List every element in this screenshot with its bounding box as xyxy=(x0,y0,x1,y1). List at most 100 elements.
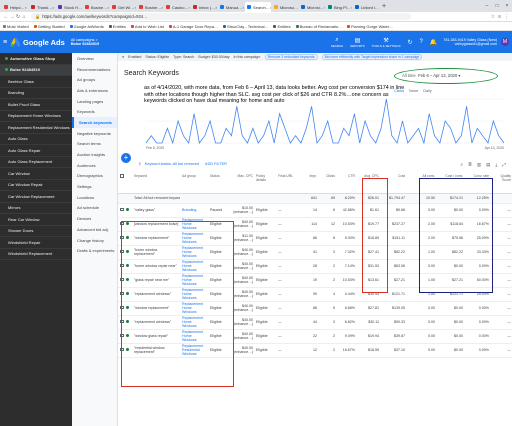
table-cell[interactable]: $40.00 (enhance…) xyxy=(230,329,254,344)
page-menu-item[interactable]: Devices xyxy=(72,213,117,224)
tab-close-icon[interactable]: × xyxy=(242,5,244,10)
row-checkbox[interactable] xyxy=(120,333,124,338)
column-header[interactable]: Policy details xyxy=(254,171,276,194)
bookmark-item[interactable]: StrucClay - Technical… xyxy=(222,24,268,29)
column-header[interactable]: Cost / conv. xyxy=(436,171,464,194)
table-cell[interactable]: [window replacement boise] xyxy=(132,217,180,232)
campaign-nav-item[interactable]: Car Window xyxy=(0,168,72,180)
page-menu-item[interactable]: Keywords xyxy=(72,106,117,117)
column-header[interactable]: All conv. xyxy=(414,171,436,194)
table-cell[interactable]: "window replacement" xyxy=(132,301,180,316)
tab-close-icon[interactable]: × xyxy=(134,5,136,10)
status-dot-icon[interactable] xyxy=(126,277,129,281)
table-cell[interactable]: Replacement Home Windows xyxy=(180,287,208,302)
tab-close-icon[interactable]: × xyxy=(270,5,271,10)
table-cell[interactable]: $40.00 (enhance…) xyxy=(230,217,254,232)
url-field[interactable]: 🔒 https://ads.google.com/aw/keywords?cam… xyxy=(31,13,411,20)
library-icon[interactable]: ≡ xyxy=(498,14,501,20)
browser-tab[interactable]: Microsi… × xyxy=(299,2,325,12)
date-range-picker[interactable]: All time Feb 6 – Apr 13, 2020 ▾ xyxy=(402,73,460,78)
row-checkbox[interactable] xyxy=(120,263,124,268)
account-breadcrumb[interactable]: All campaigns > Boise 92484519 xyxy=(71,38,99,47)
table-cell[interactable]: Replacement Home Windows xyxy=(180,231,208,246)
row-checkbox[interactable] xyxy=(120,319,124,324)
campaign-nav-item[interactable]: Replacement Residential Windows xyxy=(0,122,72,134)
column-header[interactable]: Status xyxy=(208,171,230,194)
table-cell[interactable]: $40.00 (enhance…) xyxy=(230,259,254,274)
bookmark-star-icon[interactable]: ☆ xyxy=(491,14,495,20)
browser-tab[interactable]: Busine… × xyxy=(137,2,163,12)
browser-tab[interactable]: Manua… × xyxy=(218,2,244,12)
table-cell[interactable]: "home window repair near" xyxy=(132,259,180,274)
close-window-icon[interactable]: × xyxy=(502,3,512,9)
tab-close-icon[interactable]: × xyxy=(161,5,163,10)
refresh-icon[interactable]: ↻ xyxy=(407,39,412,46)
browser-tab[interactable]: Microso… × xyxy=(272,2,298,12)
browser-tab[interactable]: Stock H…× xyxy=(56,2,82,12)
table-cell[interactable]: $11.00 (enhance…) xyxy=(230,231,254,246)
page-menu-item[interactable]: Locations xyxy=(72,192,117,203)
table-cell[interactable]: "glass repair near me" xyxy=(132,273,180,288)
table-cell[interactable]: $40.00 (enhance…) xyxy=(230,245,254,260)
notifications-icon[interactable]: 🔔 xyxy=(430,39,437,46)
status-filter-chip[interactable]: Keyword status: All but removed xyxy=(145,162,199,167)
table-cell[interactable]: Replacement Home Windows xyxy=(180,273,208,288)
table-cell[interactable]: "home window replacement" xyxy=(132,245,180,260)
column-header[interactable]: Ad group xyxy=(180,171,208,194)
segment-icon[interactable]: ≣ xyxy=(468,162,472,168)
row-checkbox[interactable] xyxy=(120,305,124,310)
campaign-nav-item[interactable]: Auto Glass xyxy=(0,134,72,145)
status-dot-icon[interactable] xyxy=(126,291,129,295)
campaign-nav-item[interactable]: Windshield Replacement xyxy=(0,249,72,260)
page-menu-item[interactable]: Settings xyxy=(72,181,117,192)
table-cell[interactable]: $40.00 (enhance…) xyxy=(230,273,254,288)
campaign-nav-item[interactable]: Boise 92484519 xyxy=(0,64,72,76)
campaign-nav-item[interactable]: Branding xyxy=(0,88,72,99)
campaign-nav-item[interactable]: Car Window Repair xyxy=(0,180,72,191)
table-cell[interactable]: $40.00 (enhance…) xyxy=(230,343,254,358)
reports-table-icon[interactable]: ▤ xyxy=(486,162,490,168)
page-menu-item[interactable]: Auction insights xyxy=(72,149,117,160)
column-header[interactable]: Max. CPC xyxy=(230,171,254,194)
avatar[interactable]: M xyxy=(501,38,509,46)
status-dot-icon[interactable] xyxy=(126,263,129,267)
table-cell[interactable]: "window glass repair" xyxy=(132,329,180,344)
table-cell[interactable]: $40.00 (enhance…) xyxy=(230,287,254,302)
table-cell[interactable]: $10.00 (enhance…) xyxy=(230,203,254,218)
table-cell[interactable]: $40.00 (enhance…) xyxy=(230,301,254,316)
row-checkbox[interactable] xyxy=(120,221,124,226)
page-menu-item[interactable]: Advanced bid adj. xyxy=(72,224,117,235)
status-dot-icon[interactable] xyxy=(126,333,129,337)
page-menu-item[interactable]: Ads & extensions xyxy=(72,85,117,96)
browser-tab[interactable]: Busine… × xyxy=(83,2,109,12)
status-dot-icon[interactable] xyxy=(126,305,129,309)
table-cell[interactable]: "replacement windows" xyxy=(132,287,180,302)
table-cell[interactable]: Branding xyxy=(180,203,208,218)
bookmark-item[interactable]: Getting Started xyxy=(33,24,65,29)
row-checkbox[interactable] xyxy=(120,347,124,352)
status-dot-icon[interactable] xyxy=(126,221,129,225)
menu-icon[interactable]: ⋮ xyxy=(504,14,509,20)
page-menu-item[interactable]: Audiences xyxy=(72,160,117,171)
add-keyword-button[interactable]: + xyxy=(121,153,131,163)
column-header[interactable] xyxy=(124,171,132,194)
recommendation-pill-redundant[interactable]: Remove 3 redundant keywords xyxy=(264,54,318,60)
bookmark-item[interactable]: Add to Wish List xyxy=(130,24,164,29)
browser-tab[interactable]: Bing Pl… × xyxy=(326,2,352,12)
table-search-icon[interactable]: ⌕ xyxy=(461,162,464,168)
campaign-nav-item[interactable]: Automotive Glass Shop xyxy=(0,53,72,65)
browser-tab[interactable]: Inbox (… × xyxy=(191,2,217,12)
table-cell[interactable]: Replacement Home Windows xyxy=(180,315,208,330)
tab-close-icon[interactable]: × xyxy=(107,5,109,10)
column-header[interactable]: Cost xyxy=(380,171,406,194)
bookmark-item[interactable]: Entities xyxy=(273,24,291,29)
browser-tab[interactable]: Search… × xyxy=(245,2,271,12)
campaign-nav-item[interactable]: Auto Glass Replacement xyxy=(0,157,72,168)
row-checkbox[interactable] xyxy=(120,291,124,296)
tab-close-icon[interactable]: × xyxy=(188,5,190,10)
column-header[interactable]: Impr. xyxy=(296,171,318,194)
table-cell[interactable]: Replacement Home Windows xyxy=(180,329,208,344)
page-menu-item[interactable]: Overview xyxy=(72,53,117,64)
browser-tab[interactable]: Thank… × xyxy=(29,2,55,12)
campaign-nav-item[interactable]: Replacement Home Windows xyxy=(0,111,72,122)
